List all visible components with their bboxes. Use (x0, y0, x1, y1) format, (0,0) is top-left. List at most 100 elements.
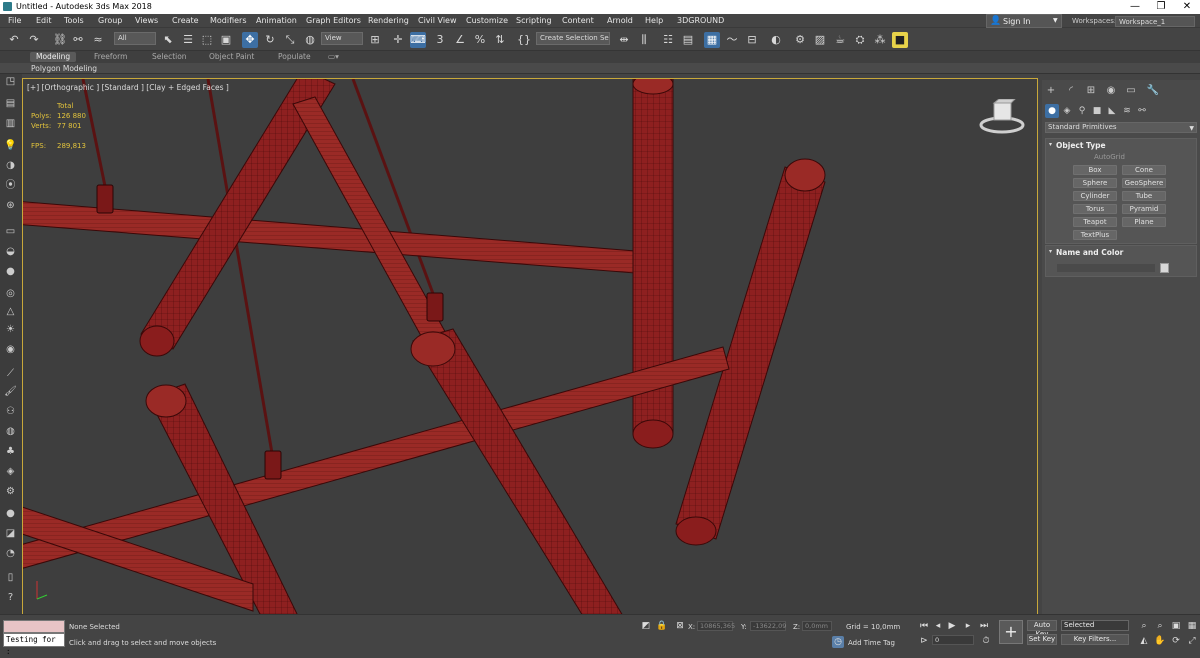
shapes-icon[interactable]: ◈ (1060, 104, 1074, 118)
close-button[interactable]: ✕ (1174, 0, 1200, 14)
a360-icon[interactable]: ⁂ (872, 32, 888, 48)
tab-object-paint[interactable]: Object Paint (203, 52, 260, 62)
arnold-icon[interactable]: ■ (892, 32, 908, 48)
menu-customize[interactable]: Customize (466, 16, 508, 25)
zoom-icon[interactable]: ⌕ (1138, 620, 1150, 632)
scene-explorer-side-icon[interactable]: ▤ (3, 96, 18, 111)
key-mode-dropdown[interactable]: Selected (1061, 620, 1129, 631)
window-crossing-icon[interactable]: ▣ (218, 32, 234, 48)
help-icon[interactable]: ? (3, 590, 18, 605)
selection-filter-dropdown[interactable]: All (114, 32, 156, 45)
textplus-button[interactable]: TextPlus (1073, 230, 1117, 240)
menu-scripting[interactable]: Scripting (516, 16, 552, 25)
time-config-icon[interactable]: ⏱ (980, 635, 992, 647)
render-icon[interactable]: ☕ (832, 32, 848, 48)
cameras-icon[interactable]: ■ (1090, 104, 1104, 118)
maxscript-listener-pink[interactable] (3, 620, 65, 633)
polygon-modeling-label[interactable]: Polygon Modeling (31, 64, 97, 73)
viewport-orthographic[interactable]: [+] [Orthographic ] [Standard ] [Clay + … (22, 78, 1038, 615)
torus-button[interactable]: Torus (1073, 204, 1117, 214)
teapot-button[interactable]: Teapot (1073, 217, 1117, 227)
render-iterative-icon[interactable]: ⛭ (852, 32, 868, 48)
globe-icon[interactable]: ◍ (3, 424, 18, 439)
pan-icon[interactable]: ✋ (1154, 635, 1166, 647)
scene-explorer-icon[interactable]: ☷ (660, 32, 676, 48)
zoom-all-icon[interactable]: ⌕ (1154, 620, 1166, 632)
select-object-icon[interactable]: ⬉ (160, 32, 176, 48)
spacewarp-side-icon[interactable]: ⊛ (3, 198, 18, 213)
modify-tab-icon[interactable]: ◜ (1064, 84, 1078, 98)
hierarchy-tab-icon[interactable]: ⊞ (1084, 84, 1098, 98)
menu-animation[interactable]: Animation (256, 16, 297, 25)
z-field[interactable]: 0,0mm (802, 621, 832, 631)
cylinder-button[interactable]: Cylinder (1073, 191, 1117, 201)
plane-button[interactable]: Plane (1122, 217, 1166, 227)
autogrid-checkbox[interactable]: AutoGrid (1094, 153, 1125, 161)
tree-icon[interactable]: ♣ (3, 444, 18, 459)
zoom-extents-icon[interactable]: ▣ (1170, 620, 1182, 632)
field-of-view-icon[interactable]: ◭ (1138, 635, 1150, 647)
create-light-icon[interactable]: 💡 (3, 138, 18, 153)
bulb-icon[interactable]: ◔ (3, 546, 18, 561)
menu-civil-view[interactable]: Civil View (418, 16, 457, 25)
angle-snap-icon[interactable]: ∠ (452, 32, 468, 48)
key-mode-icon[interactable]: ⊳ (918, 635, 930, 647)
menu-file[interactable]: File (8, 16, 21, 25)
frame-field[interactable]: 0 (932, 635, 974, 645)
ribbon-toggle-icon[interactable]: ▦ (704, 32, 720, 48)
material-editor-icon[interactable]: ◐ (768, 32, 784, 48)
object-color-swatch[interactable] (1160, 263, 1169, 273)
menu-help[interactable]: Help (645, 16, 663, 25)
layer-explorer-icon[interactable]: ▤ (680, 32, 696, 48)
ref-coord-dropdown[interactable]: View (321, 32, 363, 45)
people-icon[interactable]: ⚇ (3, 404, 18, 419)
helpers-icon[interactable]: ◣ (1105, 104, 1119, 118)
spinner-snap-icon[interactable]: ⇅ (492, 32, 508, 48)
schematic-view-icon[interactable]: ⊟ (744, 32, 760, 48)
sky-icon[interactable]: ◉ (3, 342, 18, 357)
rotate-icon[interactable]: ↻ (262, 32, 278, 48)
create-tab-icon[interactable]: + (1044, 84, 1058, 98)
helper-side-icon[interactable]: ⦿ (3, 178, 18, 193)
go-to-start-icon[interactable]: ⏮ (918, 620, 930, 632)
named-selection-dropdown[interactable]: Create Selection Se (536, 32, 610, 45)
unlink-icon[interactable]: ⚯ (70, 32, 86, 48)
isolate-icon[interactable]: ◩ (640, 620, 652, 632)
menu-views[interactable]: Views (135, 16, 158, 25)
keyboard-shortcut-icon[interactable]: ⌨ (410, 32, 426, 48)
workspace-dropdown[interactable]: Workspace_1 (1115, 16, 1195, 27)
pivot-icon[interactable]: ⊞ (367, 32, 383, 48)
time-tag-icon[interactable]: ◷ (832, 636, 844, 648)
motion-tab-icon[interactable]: ◉ (1104, 84, 1118, 98)
mirror-icon[interactable]: ⇹ (616, 32, 632, 48)
geometry-icon[interactable]: ● (1045, 104, 1059, 118)
link-icon[interactable]: ⛓ (52, 32, 68, 48)
systems-icon[interactable]: ⚯ (1135, 104, 1149, 118)
x-field[interactable]: 10865,365 (697, 621, 735, 631)
camera-side-icon[interactable]: ◑ (3, 158, 18, 173)
menu-3dground[interactable]: 3DGROUND (677, 16, 724, 25)
maximize-viewport-icon[interactable]: ⤢ (1186, 635, 1198, 647)
ribbon-options-icon[interactable]: ▭▾ (322, 52, 345, 62)
orbit-icon[interactable]: ⟳ (1170, 635, 1182, 647)
prev-frame-icon[interactable]: ◂ (932, 620, 944, 632)
box-button[interactable]: Box (1073, 165, 1117, 175)
set-key-button[interactable]: Set Key (1027, 634, 1057, 645)
rect-selection-icon[interactable]: ⬚ (199, 32, 215, 48)
align-icon[interactable]: ⫼ (636, 32, 652, 48)
viewport-label[interactable]: [+] [Orthographic ] [Standard ] [Clay + … (27, 83, 229, 92)
menu-tools[interactable]: Tools (64, 16, 84, 25)
zoom-extents-all-icon[interactable]: ▦ (1186, 620, 1198, 632)
object-name-field[interactable] (1056, 263, 1156, 273)
menu-arnold[interactable]: Arnold (607, 16, 633, 25)
viewcube-icon[interactable] (977, 99, 1027, 139)
menu-create[interactable]: Create (172, 16, 199, 25)
maximize-button[interactable]: ❐ (1148, 0, 1174, 14)
tab-modeling[interactable]: Modeling (30, 52, 77, 62)
manipulate-icon[interactable]: ✛ (390, 32, 406, 48)
auto-key-button[interactable]: Auto Key (1027, 620, 1057, 638)
redo-icon[interactable]: ↷ (26, 32, 42, 48)
plane-side-icon[interactable]: ▭ (3, 224, 18, 239)
primitive-category-dropdown[interactable]: Standard Primitives ▼ (1045, 122, 1197, 133)
select-by-name-icon[interactable]: ☰ (180, 32, 196, 48)
